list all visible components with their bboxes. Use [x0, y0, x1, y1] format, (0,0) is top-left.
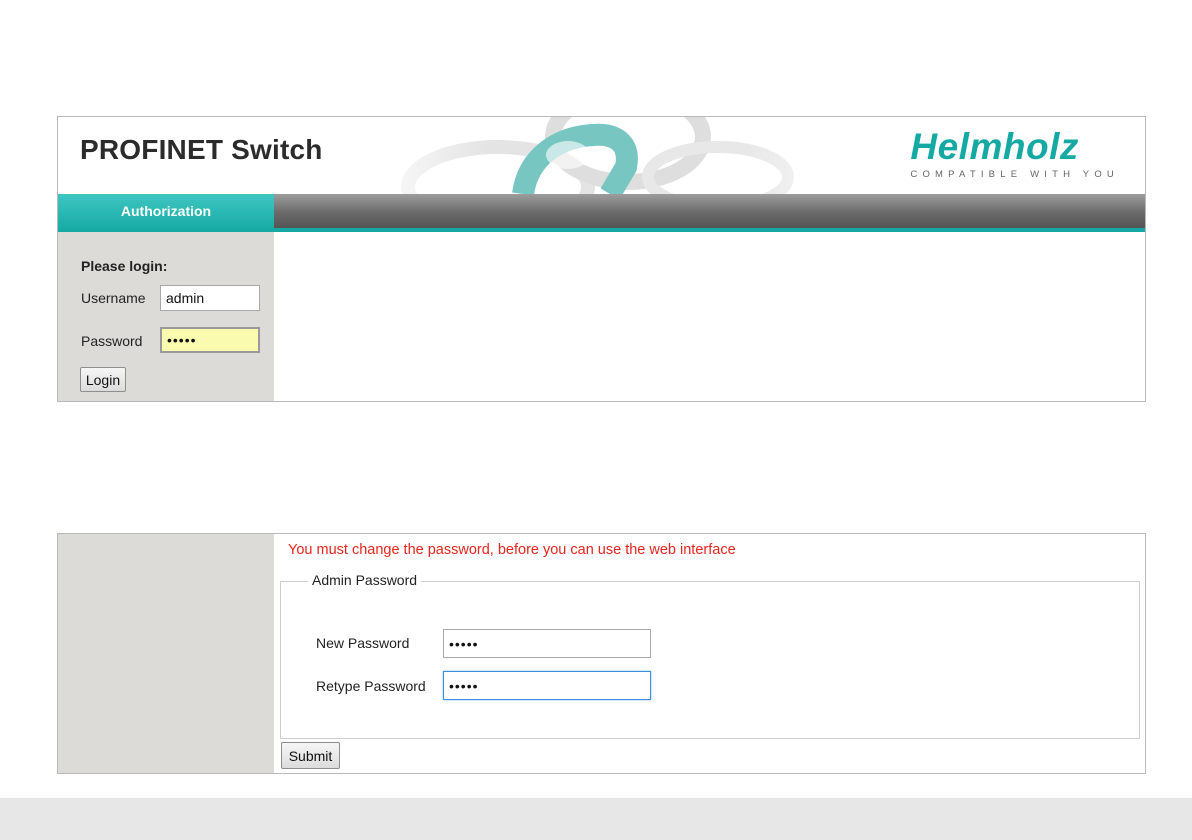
app-title: PROFINET Switch	[80, 134, 323, 165]
chain-artwork	[358, 117, 878, 194]
new-password-label: New Password	[316, 635, 410, 651]
change-password-panel: You must change the password, before you…	[57, 533, 1146, 774]
password-label: Password	[81, 333, 143, 349]
helmholz-logo: Helmholz COMPATIBLE WITH YOU	[910, 126, 1119, 181]
login-heading: Please login:	[81, 258, 168, 274]
nav-bar: Authorization	[58, 194, 1145, 232]
username-field[interactable]	[160, 285, 260, 311]
retype-password-field[interactable]	[443, 671, 651, 700]
fieldset-legend: Admin Password	[308, 572, 422, 588]
admin-password-fieldset	[280, 581, 1140, 739]
logo-tagline: COMPATIBLE WITH YOU	[910, 169, 1119, 180]
bottom-strip	[0, 798, 1192, 840]
logo-wordmark: Helmholz	[910, 126, 1079, 167]
login-panel: PROFINET Switch Helmholz COMPATIBLE WITH…	[57, 116, 1146, 402]
sidebar	[58, 534, 274, 773]
tab-authorization[interactable]: Authorization	[58, 194, 274, 232]
retype-password-label: Retype Password	[316, 678, 426, 694]
new-password-field[interactable]	[443, 629, 651, 658]
main-content	[274, 232, 1145, 401]
login-sidebar: Please login: Username Password Login	[58, 232, 274, 401]
submit-button[interactable]: Submit	[281, 742, 340, 769]
password-field[interactable]	[160, 327, 260, 353]
password-warning: You must change the password, before you…	[288, 542, 736, 558]
header: PROFINET Switch Helmholz COMPATIBLE WITH…	[58, 117, 1145, 194]
username-label: Username	[81, 290, 146, 306]
login-button[interactable]: Login	[80, 367, 126, 392]
nav-bar-fill	[274, 194, 1145, 228]
